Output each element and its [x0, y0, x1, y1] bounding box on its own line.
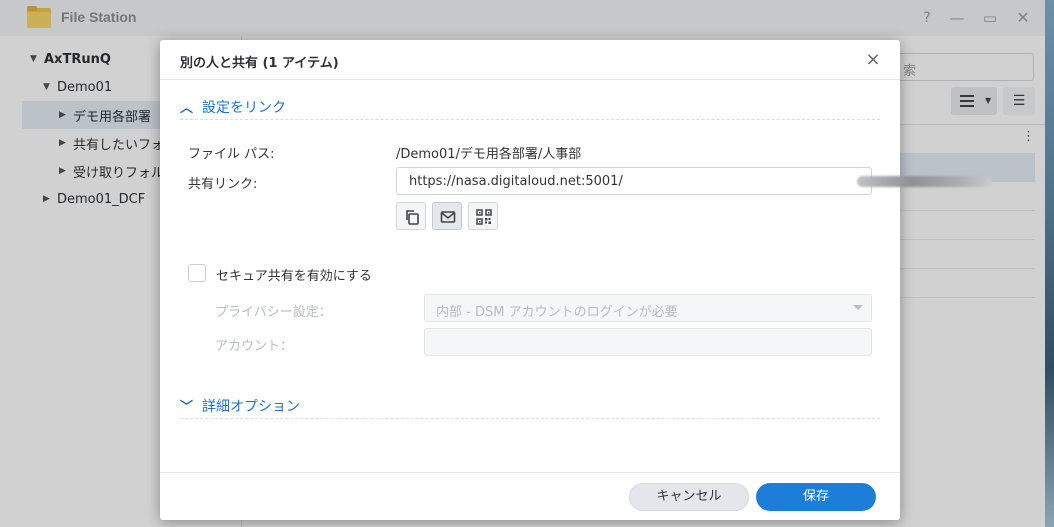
close-icon[interactable]: × [862, 49, 884, 71]
link-settings-label: 設定をリンク [202, 99, 286, 116]
mail-icon [440, 211, 456, 223]
privacy-setting-select: 内部 - DSM アカウントのログインが必要 [424, 294, 872, 322]
chevron-down-icon [853, 305, 863, 310]
advanced-options-section[interactable]: ﹀ 詳細オプション [180, 395, 880, 419]
redacted-link-mask [857, 176, 992, 187]
account-label: アカウント： [215, 339, 294, 354]
copy-icon [406, 210, 419, 225]
email-link-button[interactable] [432, 202, 462, 230]
advanced-options-label: 詳細オプション [202, 398, 300, 415]
share-link-field[interactable]: https://nasa.digitaloud.net:5001/ [396, 167, 992, 195]
share-link-label: 共有リンク: [188, 177, 258, 192]
privacy-setting-label: プライバシー設定： [215, 305, 332, 320]
secure-share-label[interactable]: セキュア共有を有効にする [216, 265, 372, 284]
file-path-label: ファイル パス: [188, 147, 275, 162]
dialog-title: 別の人と共有 (1 アイテム) [180, 56, 339, 71]
copy-link-button[interactable] [396, 202, 426, 230]
qr-code-icon [476, 209, 492, 225]
secure-share-checkbox[interactable] [188, 264, 206, 282]
share-link-value: https://nasa.digitaloud.net:5001/ [409, 174, 623, 189]
link-settings-section[interactable]: ︿ 設定をリンク [180, 96, 880, 120]
account-field [424, 328, 872, 356]
file-path-value: /Demo01/デモ用各部署/人事部 [396, 147, 582, 162]
chevron-up-icon: ︿ [180, 101, 194, 116]
dialog-footer: キャンセル 保存 [160, 472, 900, 520]
dialog-header: 別の人と共有 (1 アイテム) × [160, 40, 900, 80]
privacy-setting-value: 内部 - DSM アカウントのログインが必要 [436, 305, 678, 320]
qr-code-button[interactable] [468, 202, 498, 230]
share-dialog: 別の人と共有 (1 アイテム) × ︿ 設定をリンク ファイル パス: /Dem… [160, 40, 992, 520]
save-button[interactable]: 保存 [756, 483, 876, 511]
chevron-down-icon: ﹀ [180, 400, 194, 415]
cancel-button[interactable]: キャンセル [629, 483, 749, 511]
